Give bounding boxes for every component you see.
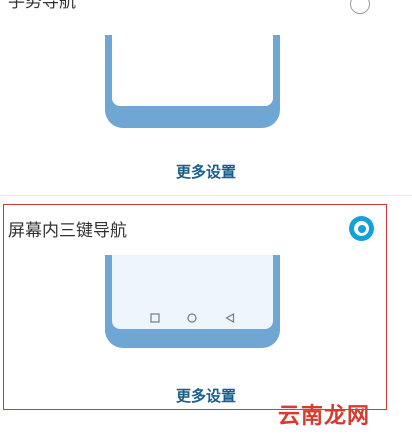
triangle-icon xyxy=(225,313,235,323)
three-key-navigation-title: 屏幕内三键导航 xyxy=(8,221,127,241)
gesture-phone-illustration xyxy=(105,35,280,128)
section-divider xyxy=(0,195,412,196)
gesture-more-settings-link[interactable]: 更多设置 xyxy=(0,161,412,182)
phone-screen xyxy=(112,35,273,106)
square-icon xyxy=(150,313,160,323)
circle-icon xyxy=(187,313,197,323)
radio-selected-dot xyxy=(357,224,366,233)
gesture-navigation-radio[interactable] xyxy=(350,0,370,14)
three-key-phone-illustration xyxy=(105,255,280,348)
watermark-text: 云南龙网 xyxy=(278,404,371,429)
phone-screen xyxy=(112,255,273,329)
gesture-navigation-title: 手势导航 xyxy=(8,0,76,12)
three-key-navigation-radio[interactable] xyxy=(349,216,374,241)
